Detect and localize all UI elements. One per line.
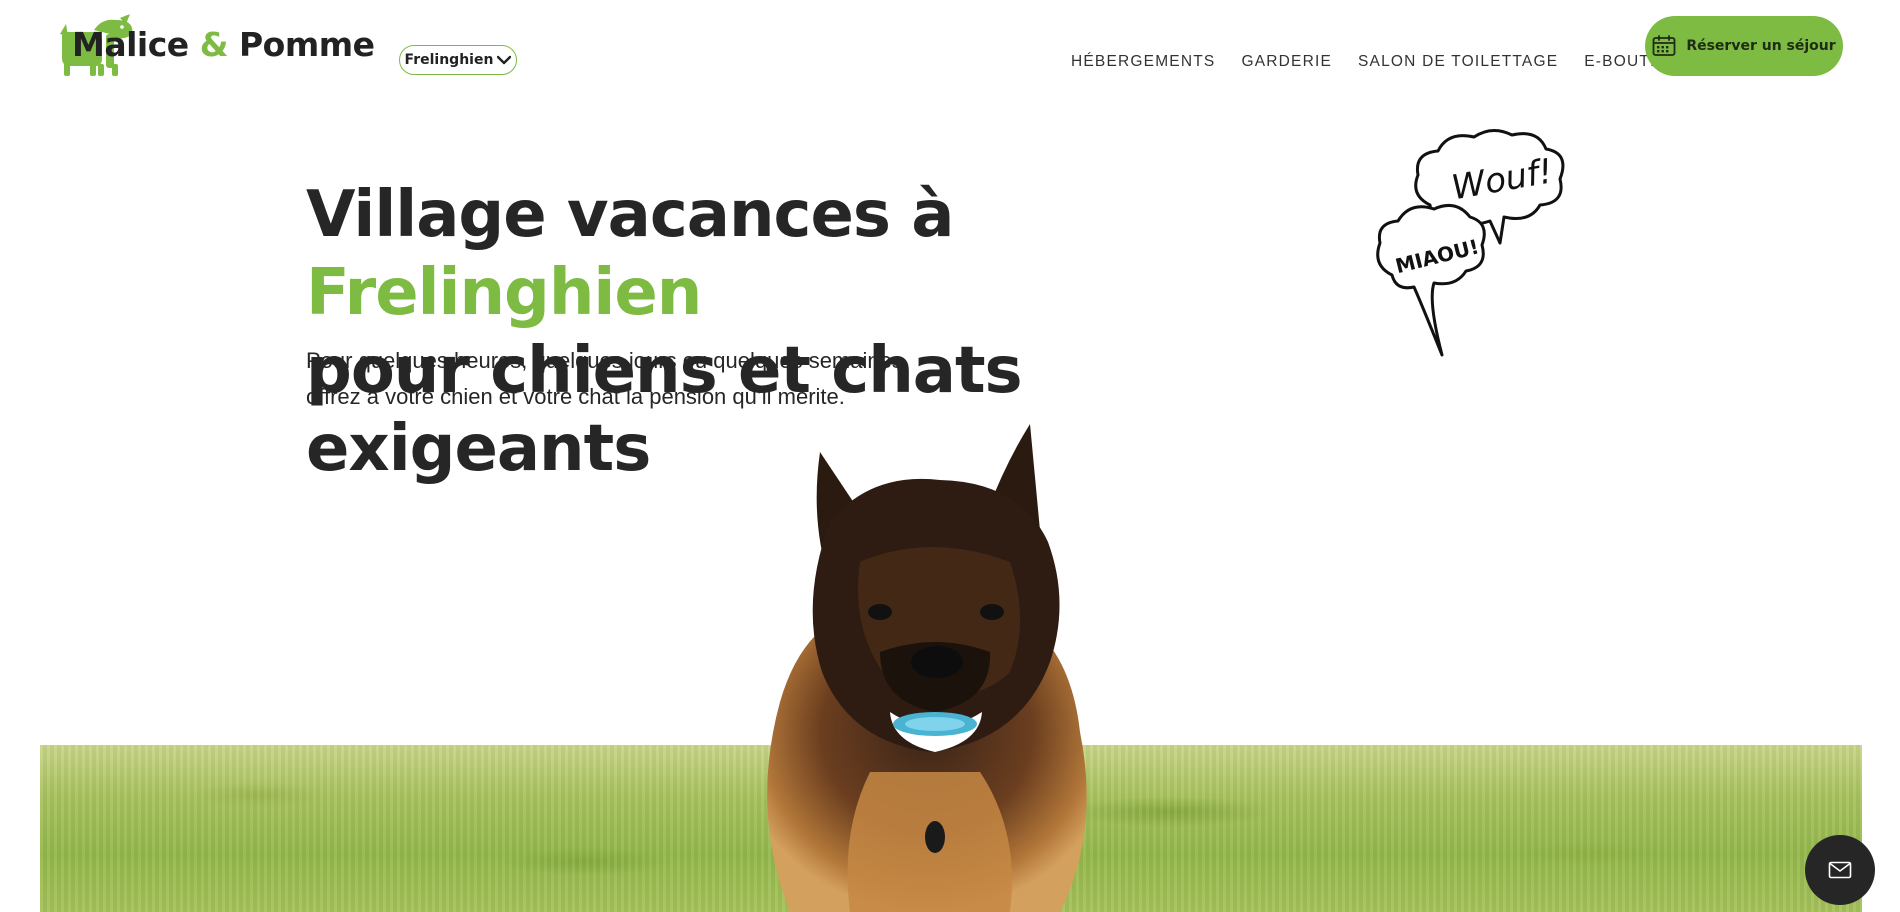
hero-title-location: Frelinghien <box>306 256 702 330</box>
page: Malice & Pomme Frelinghien HÉBERGEMENTS … <box>0 0 1900 912</box>
location-selected-value: Frelinghien <box>404 52 494 68</box>
speech-bubbles-illustration: Wouf! MIAOU! <box>1376 129 1565 357</box>
hero-title-prefix: Village vacances à <box>306 178 954 252</box>
nav-link-hebergements[interactable]: HÉBERGEMENTS <box>1071 53 1215 71</box>
nav-link-salon-de-toilettage[interactable]: SALON DE TOILETTAGE <box>1358 53 1558 71</box>
brand-name-part2: Pomme <box>238 25 375 64</box>
brand-ampersand: & <box>199 25 229 64</box>
reserve-stay-label: Réserver un séjour <box>1686 38 1836 54</box>
mail-icon <box>1828 861 1852 879</box>
brand-name[interactable]: Malice & Pomme <box>72 25 375 64</box>
german-shepherd-photo <box>767 424 1087 912</box>
reserve-stay-button[interactable]: Réserver un séjour <box>1645 16 1843 76</box>
calendar-icon <box>1652 35 1676 56</box>
chevron-down-icon <box>497 55 512 65</box>
nav-link-garderie[interactable]: GARDERIE <box>1241 53 1332 71</box>
location-select[interactable]: Frelinghien <box>399 45 517 75</box>
hero-subtitle: Pour quelques heures, quelques jours ou … <box>306 343 1006 415</box>
main-nav: HÉBERGEMENTS GARDERIE SALON DE TOILETTAG… <box>1071 53 1693 71</box>
brand-name-part1: Malice <box>72 25 189 64</box>
hero-subtitle-line1: Pour quelques heures, quelques jours ou … <box>306 348 909 373</box>
hero-subtitle-line2: offrez à votre chien et votre chat la pe… <box>306 384 845 409</box>
cat-speech-bubble <box>1376 203 1486 357</box>
contact-button[interactable] <box>1805 835 1875 905</box>
